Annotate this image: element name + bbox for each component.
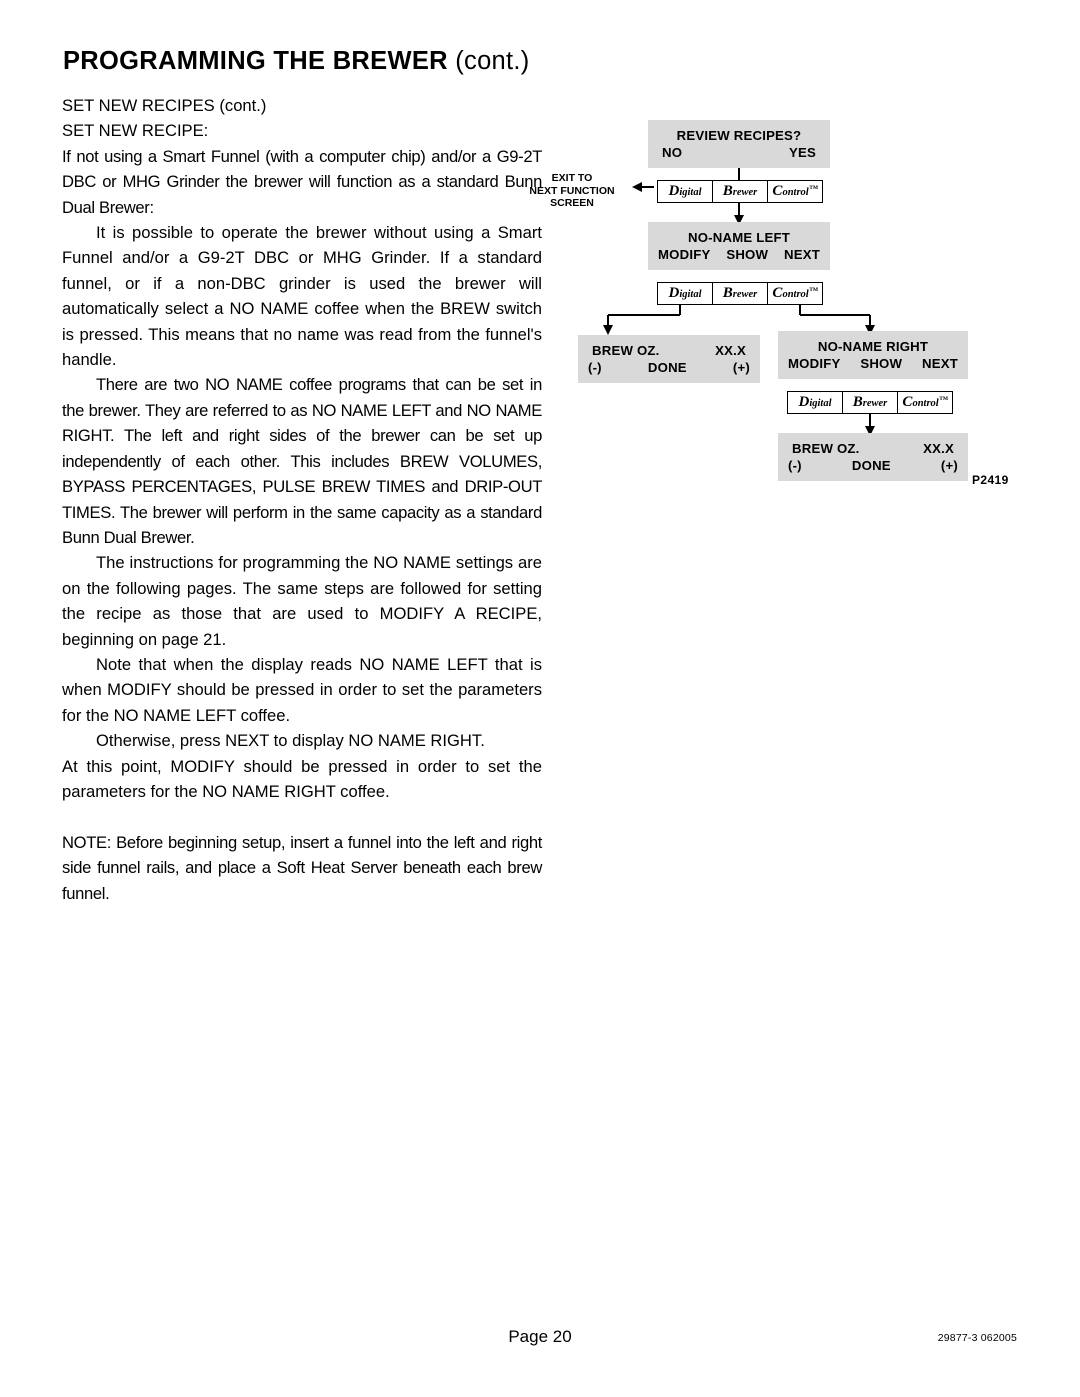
brew-oz-value-right: XX.X	[923, 441, 954, 456]
panel-cell-digital-2: Digital	[658, 283, 713, 304]
page-title: PROGRAMMING THE BREWER (cont.)	[63, 47, 530, 76]
arrow-left-exit	[632, 182, 654, 192]
softkey-plus-left[interactable]: (+)	[733, 359, 750, 376]
lcd-line-review-recipes: REVIEW RECIPES?	[676, 128, 802, 143]
lcd-softkeys-brew-oz-left: (-) DONE (+)	[578, 359, 760, 376]
softkey-next-left[interactable]: NEXT	[784, 246, 820, 263]
panel-cell-brewer-2: Brewer	[713, 283, 768, 304]
softkey-done-left[interactable]: DONE	[648, 359, 687, 376]
lcd-softkeys-left: MODIFY SHOW NEXT	[648, 246, 830, 263]
paragraph-4: The instructions for programming the NO …	[62, 553, 542, 649]
paragraph-5: Note that when the display reads NO NAME…	[62, 654, 542, 725]
softkey-done-right[interactable]: DONE	[852, 457, 891, 474]
brew-oz-value-left: XX.X	[715, 343, 746, 358]
lcd-screen-no-name-right: NO-NAME RIGHT MODIFY SHOW NEXT	[778, 331, 968, 379]
footer-document-code: 29877-3 062005	[937, 1332, 1017, 1344]
paragraph-3: There are two NO NAME coffee programs th…	[62, 375, 542, 547]
softkey-no[interactable]: NO	[662, 144, 682, 161]
panel-cell-brewer: Brewer	[713, 181, 768, 202]
lcd-screen-no-name-left: NO-NAME LEFT MODIFY SHOW NEXT	[648, 222, 830, 270]
control-panel-1: Digital Brewer Control TM	[657, 180, 823, 203]
softkey-minus-left[interactable]: (-)	[588, 359, 602, 376]
subhead-set-new-recipes: SET NEW RECIPES (cont.)	[62, 96, 267, 115]
footer-page-number: Page 20	[508, 1327, 572, 1346]
paragraph-1: If not using a Smart Funnel (with a comp…	[62, 146, 542, 217]
flow-diagram: REVIEW RECIPES? NO YES EXIT TO NEXT FUNC…	[529, 110, 1020, 510]
panel-cell-brewer-3: Brewer	[843, 392, 898, 413]
paragraph-7: At this point, MODIFY should be pressed …	[62, 756, 542, 801]
subhead-set-new-recipe: SET NEW RECIPE:	[62, 121, 209, 141]
softkey-show-left[interactable]: SHOW	[726, 246, 768, 263]
softkey-show-right[interactable]: SHOW	[860, 355, 902, 372]
note-paragraph: NOTE: Before beginning setup, insert a f…	[62, 832, 542, 903]
paragraph-6: Otherwise, press NEXT to display NO NAME…	[96, 731, 485, 751]
lcd-softkeys-right: MODIFY SHOW NEXT	[778, 355, 968, 372]
exit-label: EXIT TO NEXT FUNCTION SCREEN	[529, 172, 615, 209]
softkey-modify-left[interactable]: MODIFY	[658, 246, 710, 263]
lcd-line-no-name-right: NO-NAME RIGHT	[817, 339, 929, 354]
diagram-code: P2419	[972, 473, 1009, 487]
arrow-branch-left	[603, 305, 681, 335]
brew-oz-label-right: BREW OZ.	[792, 441, 860, 456]
lcd-line-no-name-left: NO-NAME LEFT	[687, 230, 791, 245]
lcd-screen-review-recipes: REVIEW RECIPES? NO YES	[648, 120, 830, 168]
lcd-screen-brew-oz-left: BREW OZ. XX.X (-) DONE (+)	[578, 335, 760, 383]
softkey-modify-right[interactable]: MODIFY	[788, 355, 840, 372]
lcd-softkeys-brew-oz-right: (-) DONE (+)	[778, 457, 968, 474]
softkey-next-right[interactable]: NEXT	[922, 355, 958, 372]
control-panel-2: Digital Brewer Control TM	[657, 282, 823, 305]
page-title-main: PROGRAMMING THE BREWER	[63, 47, 448, 75]
softkey-plus-right[interactable]: (+)	[941, 457, 958, 474]
lcd-softkeys-review: NO YES	[648, 144, 830, 161]
brew-oz-label-left: BREW OZ.	[592, 343, 660, 358]
lcd-line-brew-oz-right: BREW OZ. XX.X	[778, 440, 968, 457]
panel-cell-control: Control TM	[772, 183, 819, 199]
panel-cell-control-2: Control TM	[772, 285, 819, 301]
softkey-yes[interactable]: YES	[789, 144, 816, 161]
panel-cell-digital-3: Digital	[788, 392, 843, 413]
panel-cell-control-3: Control TM	[902, 394, 949, 410]
softkey-minus-right[interactable]: (-)	[788, 457, 802, 474]
lcd-screen-brew-oz-right: BREW OZ. XX.X (-) DONE (+)	[778, 433, 968, 481]
control-panel-3: Digital Brewer Control TM	[787, 391, 953, 414]
page-title-cont: (cont.)	[447, 47, 530, 75]
panel-cell-digital: Digital	[658, 181, 713, 202]
lcd-line-brew-oz-left: BREW OZ. XX.X	[578, 342, 760, 359]
paragraph-2: It is possible to operate the brewer wit…	[62, 223, 542, 370]
body-text-column: SET NEW RECIPES (cont.) SET NEW RECIPE: …	[62, 93, 542, 906]
